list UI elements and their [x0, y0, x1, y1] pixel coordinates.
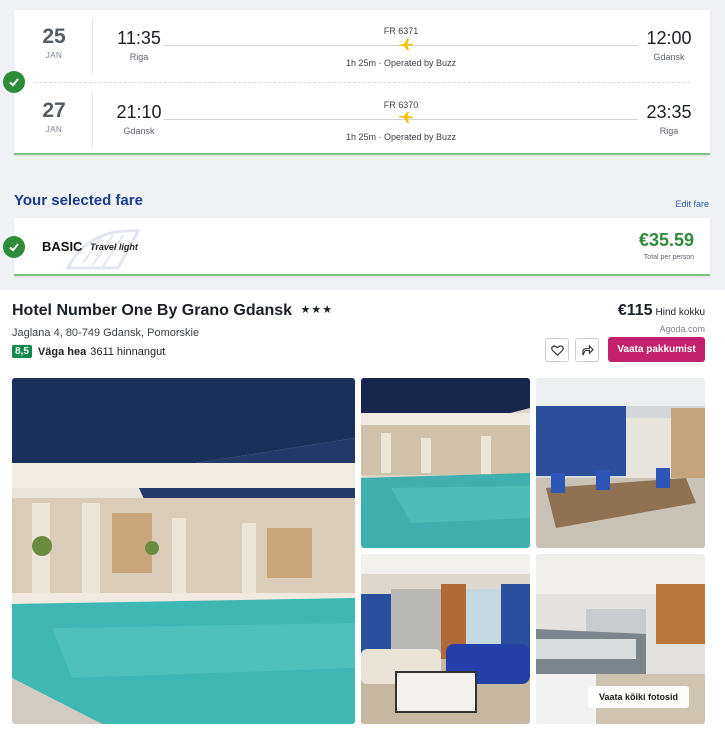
- arrival-time: 12:00: [646, 28, 692, 48]
- flight-number: FR 6371: [383, 26, 419, 36]
- arrival-city: Gdansk: [653, 52, 685, 62]
- edit-fare-link[interactable]: Edit fare: [675, 199, 709, 209]
- hotel-name[interactable]: Hotel Number One By Grano Gdansk ★★★: [12, 302, 333, 320]
- fare-card[interactable]: BASIC Travel light €35.59 Total per pers…: [14, 218, 710, 276]
- plane-icon: [399, 39, 413, 50]
- flight-number: FR 6370: [383, 100, 419, 110]
- flight-duration: 1h 25m · Operated by Buzz: [345, 58, 457, 68]
- hotel-photo-conference[interactable]: [536, 378, 705, 548]
- leg-divider: [34, 82, 690, 83]
- flight-date: 27 JAN: [32, 99, 76, 135]
- hotel-provider: Agoda.com: [659, 324, 705, 334]
- date-divider: [92, 92, 93, 148]
- favorite-button[interactable]: [545, 338, 569, 362]
- hotel-photo-pool-large[interactable]: [12, 378, 355, 724]
- arrival-time: 23:35: [646, 102, 692, 122]
- check-icon: [3, 71, 25, 93]
- view-deal-button[interactable]: Vaata pakkumist: [608, 337, 705, 362]
- rating-word: Väga hea: [37, 345, 87, 358]
- hotel-price-value: €115: [617, 302, 653, 319]
- check-icon: [3, 236, 25, 258]
- fare-price-note: Total per person: [643, 254, 694, 261]
- hotel-rating: 8,5 Väga hea 3611 hinnangut: [12, 345, 165, 358]
- hotel-address: Jaglana 4, 80-749 Gdansk, Pomorskie: [12, 327, 200, 339]
- flight-duration: 1h 25m · Operated by Buzz: [345, 132, 457, 142]
- flight-day: 27: [42, 99, 66, 122]
- arrival: 23:35 Riga: [638, 102, 700, 136]
- arrival: 12:00 Gdansk: [638, 28, 700, 62]
- fare-price: €35.59: [638, 230, 694, 250]
- hotel-name-text[interactable]: Hotel Number One By Grano Gdansk: [12, 302, 292, 319]
- departure: 21:10 Gdansk: [108, 102, 170, 136]
- departure-city: Riga: [129, 52, 149, 62]
- departure-time: 11:35: [117, 28, 161, 48]
- flight-day: 25: [42, 25, 66, 48]
- plane-icon: [399, 112, 413, 123]
- hotel-photo-pool[interactable]: [361, 378, 530, 548]
- flight-month: JAN: [45, 51, 63, 60]
- fare-section-title: Your selected fare: [14, 192, 143, 209]
- arrival-city: Riga: [659, 126, 679, 136]
- hotel-stars: ★★★: [300, 304, 334, 316]
- share-button[interactable]: [575, 338, 599, 362]
- fare-subtitle: Travel light: [90, 242, 138, 252]
- fare-name: BASIC: [42, 239, 83, 254]
- share-icon: [581, 344, 594, 355]
- rating-badge: 8,5: [12, 345, 32, 358]
- hotel-photo-lounge[interactable]: [361, 554, 530, 724]
- flight-leg-return: 27 JAN 21:10 Gdansk FR 6370 1h 25m · Ope…: [14, 86, 710, 152]
- flight-date: 25 JAN: [32, 25, 76, 61]
- hotel-price-note: Hind kokku: [655, 307, 705, 318]
- departure: 11:35 Riga: [108, 28, 170, 62]
- flight-leg-outbound: 25 JAN 11:35 Riga FR 6371 1h 25m · Opera…: [14, 12, 710, 78]
- review-count: 3611 hinnangut: [90, 345, 166, 358]
- hotel-price: €115 Hind kokku: [618, 302, 705, 320]
- see-all-photos-button[interactable]: Vaata kõiki fotosid: [588, 686, 689, 708]
- flight-month: JAN: [45, 125, 63, 134]
- heart-icon: [550, 344, 564, 356]
- departure-time: 21:10: [116, 102, 162, 122]
- flight-card: 25 JAN 11:35 Riga FR 6371 1h 25m · Opera…: [14, 10, 710, 155]
- date-divider: [92, 18, 93, 74]
- departure-city: Gdansk: [123, 126, 155, 136]
